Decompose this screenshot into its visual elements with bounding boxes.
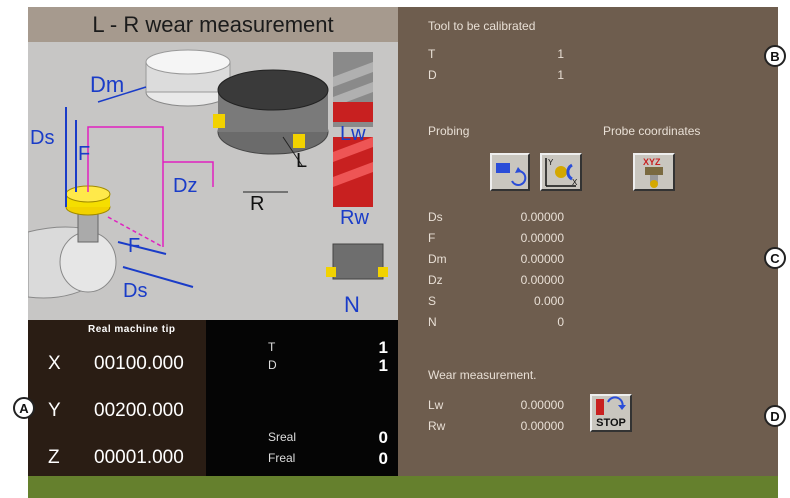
label-ds: Ds bbox=[30, 127, 54, 149]
bottom-bar bbox=[28, 476, 778, 498]
svg-text:X: X bbox=[572, 178, 578, 187]
marker-a: A bbox=[13, 397, 35, 419]
param-label: Dz bbox=[428, 273, 443, 287]
tool-lw-tip bbox=[333, 102, 373, 122]
wear-value: 0.00000 bbox=[520, 398, 564, 412]
status-t-value: 1 bbox=[378, 338, 388, 357]
param-label: Dm bbox=[428, 252, 447, 266]
marker-c: C bbox=[764, 247, 786, 269]
fixture-cap bbox=[145, 49, 231, 75]
coords-header: Real machine tip bbox=[88, 324, 176, 335]
tool-t-label: T bbox=[428, 47, 436, 61]
facemill-top bbox=[217, 69, 329, 111]
probing-heading: Probing bbox=[428, 124, 470, 138]
stop-button[interactable]: STOP bbox=[590, 394, 632, 432]
param-value: 0.00000 bbox=[520, 273, 564, 287]
tool-t-value: 1 bbox=[557, 47, 564, 61]
status-freal-label: Freal bbox=[268, 451, 296, 465]
status-freal-value: 0 bbox=[378, 449, 388, 468]
wear-label: Lw bbox=[428, 398, 444, 412]
status-sreal-value: 0 bbox=[378, 428, 388, 447]
param-label: S bbox=[428, 294, 437, 308]
status-d-label: D bbox=[268, 358, 277, 372]
coord-row-y: Y 00200.000 bbox=[28, 400, 206, 430]
coordinates-panel: Real machine tip X 00100.000 Y 00200.000… bbox=[28, 320, 206, 476]
diagram-svg: Dm Ds F Dz R L F Ds Lw Rw N bbox=[28, 49, 388, 317]
coord-row-z: Z 00001.000 bbox=[28, 447, 206, 477]
param-label: N bbox=[428, 315, 437, 329]
status-d-value: 1 bbox=[378, 356, 388, 375]
coord-row-x: X 00100.000 bbox=[28, 353, 206, 383]
axis-value: 00100.000 bbox=[94, 353, 184, 374]
axis-value: 00200.000 bbox=[94, 400, 184, 421]
param-label: Ds bbox=[428, 210, 443, 224]
probe-rotate-icon bbox=[496, 163, 527, 186]
wear-label: Rw bbox=[428, 419, 446, 433]
status-sreal-label: Sreal bbox=[268, 430, 297, 444]
label-f: F bbox=[78, 143, 90, 165]
marker-d: D bbox=[764, 405, 786, 427]
tool-heading: Tool to be calibrated bbox=[428, 19, 536, 33]
insert-1 bbox=[213, 114, 225, 128]
param-value: 0.00000 bbox=[520, 210, 564, 224]
label-dz: Dz bbox=[173, 175, 197, 197]
stop-label: STOP bbox=[596, 417, 626, 429]
param-value: 0.00000 bbox=[520, 252, 564, 266]
marker-b: B bbox=[764, 45, 786, 67]
label-lw: Lw bbox=[340, 123, 366, 145]
label-ds-bottom: Ds bbox=[123, 280, 147, 302]
label-n: N bbox=[344, 292, 360, 317]
param-label: F bbox=[428, 231, 436, 245]
dim-f-bottom bbox=[117, 241, 167, 255]
calibration-screen: L - R wear measurement Dm Ds F Dz R L F … bbox=[28, 7, 778, 476]
probe-rotate-button[interactable] bbox=[490, 153, 530, 191]
label-dm: Dm bbox=[90, 72, 124, 97]
tool-d-value: 1 bbox=[557, 68, 564, 82]
label-rw: Rw bbox=[340, 207, 369, 229]
wear-value: 0.00000 bbox=[520, 419, 564, 433]
stop-icon bbox=[596, 396, 626, 415]
param-value: 0.00000 bbox=[520, 231, 564, 245]
measurement-diagram: Dm Ds F Dz R L F Ds Lw Rw N bbox=[28, 42, 398, 320]
probe-xy-icon: Y X bbox=[545, 158, 578, 187]
window-title: L - R wear measurement bbox=[28, 7, 398, 42]
tool-n-insert-2 bbox=[378, 267, 388, 277]
tool-n-img bbox=[332, 243, 384, 280]
axis-label: X bbox=[48, 353, 61, 374]
insert-2 bbox=[293, 134, 305, 148]
svg-text:XYZ: XYZ bbox=[643, 157, 661, 167]
axis-label: Y bbox=[48, 400, 61, 421]
param-value: 0.000 bbox=[533, 294, 564, 308]
label-r: R bbox=[250, 193, 264, 215]
param-value: 0 bbox=[557, 315, 564, 329]
tool-d-label: D bbox=[428, 68, 437, 82]
axis-label: Z bbox=[48, 447, 60, 468]
probe-xyz-button[interactable]: XYZ bbox=[633, 153, 675, 191]
info-panel: Tool to be calibrated T 1 D 1 Probing Pr… bbox=[398, 7, 778, 476]
probe-xyz-icon: XYZ bbox=[643, 157, 663, 188]
axis-value: 00001.000 bbox=[94, 447, 184, 468]
probe-xy-button[interactable]: Y X bbox=[540, 153, 582, 191]
probe-stem bbox=[77, 211, 99, 243]
status-t-label: T bbox=[268, 340, 276, 354]
status-panel: T 1 D 1 Sreal 0 Freal 0 bbox=[206, 320, 398, 476]
tool-n-insert bbox=[326, 267, 336, 277]
label-l: L bbox=[296, 150, 307, 172]
label-f-bottom: F bbox=[128, 235, 140, 257]
probe-coords-heading: Probe coordinates bbox=[603, 124, 701, 138]
wear-heading: Wear measurement. bbox=[428, 368, 537, 382]
svg-text:Y: Y bbox=[548, 158, 554, 167]
